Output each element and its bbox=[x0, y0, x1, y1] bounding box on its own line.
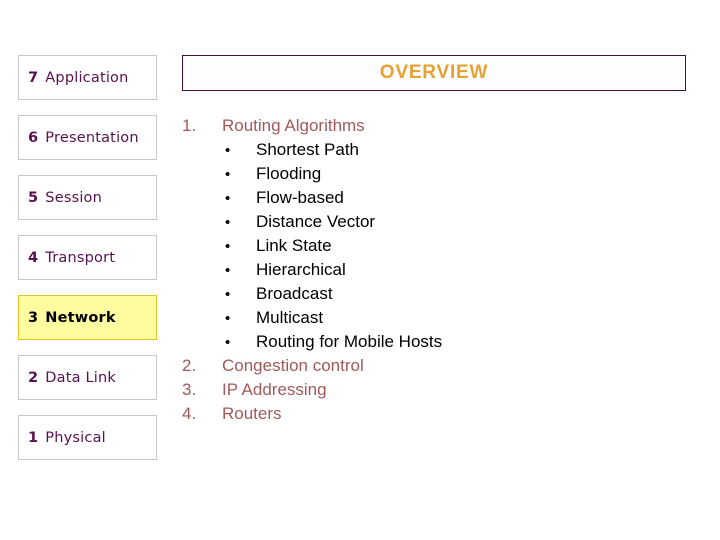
outline-bullet-item: • Flooding bbox=[182, 164, 687, 188]
outline-bullet-label: Link State bbox=[256, 236, 332, 255]
osi-layer-label: Data Link bbox=[45, 369, 117, 386]
outline-numbered-item: 3. IP Addressing bbox=[182, 380, 687, 404]
bullet-dot-icon: • bbox=[225, 262, 231, 279]
outline-number-label: Routers bbox=[222, 404, 282, 423]
outline-bullet-item: • Routing for Mobile Hosts bbox=[182, 332, 687, 356]
osi-layer-network[interactable]: 3 Network bbox=[18, 295, 157, 340]
osi-layer-label: Network bbox=[45, 309, 116, 326]
osi-layer-application[interactable]: 7 Application bbox=[18, 55, 157, 100]
osi-layer-number: 3 bbox=[28, 309, 39, 326]
outline-number-label: IP Addressing bbox=[222, 380, 327, 399]
outline-number-label: Routing Algorithms bbox=[222, 116, 365, 135]
osi-layer-label: Transport bbox=[45, 249, 116, 266]
osi-layer-number: 7 bbox=[28, 69, 39, 86]
slide-canvas: 7 Application 6 Presentation 5 Session 4 Transp… bbox=[0, 0, 720, 540]
osi-layer-session[interactable]: 5 Session bbox=[18, 175, 157, 220]
outline-bullet-item: • Multicast bbox=[182, 308, 687, 332]
osi-layer-label: Session bbox=[45, 189, 103, 206]
outline-number-marker: 1. bbox=[182, 116, 197, 135]
outline-numbered-item: 2. Congestion control bbox=[182, 356, 687, 380]
osi-layer-number: 2 bbox=[28, 369, 39, 386]
outline-numbered-item: 1. Routing Algorithms bbox=[182, 116, 687, 140]
osi-layer-number: 4 bbox=[28, 249, 39, 266]
outline-bullet-item: • Distance Vector bbox=[182, 212, 687, 236]
outline-bullet-item: • Hierarchical bbox=[182, 260, 687, 284]
outline-number-marker: 2. bbox=[182, 356, 197, 375]
bullet-dot-icon: • bbox=[225, 166, 231, 183]
page-title: OVERVIEW bbox=[379, 62, 489, 83]
outline-bullet-item: • Link State bbox=[182, 236, 687, 260]
bullet-dot-icon: • bbox=[225, 214, 231, 231]
outline-list: 1. Routing Algorithms • Shortest Path • Flood… bbox=[182, 116, 687, 428]
outline-bullet-item: • Broadcast bbox=[182, 284, 687, 308]
osi-layer-label: Application bbox=[45, 69, 129, 86]
bullet-dot-icon: • bbox=[225, 238, 231, 255]
osi-layer-presentation[interactable]: 6 Presentation bbox=[18, 115, 157, 160]
outline-bullet-label: Distance Vector bbox=[256, 212, 376, 231]
osi-layer-label: Presentation bbox=[45, 129, 139, 146]
bullet-dot-icon: • bbox=[225, 310, 231, 327]
osi-layer-physical[interactable]: 1 Physical bbox=[18, 415, 157, 460]
title-banner: OVERVIEW bbox=[182, 55, 686, 91]
outline-number-label: Congestion control bbox=[222, 356, 364, 375]
outline-bullet-label: Broadcast bbox=[256, 284, 333, 303]
outline-number-marker: 3. bbox=[182, 380, 197, 399]
outline-bullet-label: Routing for Mobile Hosts bbox=[256, 332, 443, 351]
outline-bullet-label: Flow-based bbox=[256, 188, 344, 207]
bullet-dot-icon: • bbox=[225, 190, 231, 207]
osi-layer-label: Physical bbox=[45, 429, 106, 446]
osi-layer-number: 6 bbox=[28, 129, 39, 146]
outline-bullet-label: Multicast bbox=[256, 308, 324, 327]
osi-layer-number: 5 bbox=[28, 189, 39, 206]
bullet-dot-icon: • bbox=[225, 286, 231, 303]
bullet-dot-icon: • bbox=[225, 142, 231, 159]
osi-layer-number: 1 bbox=[28, 429, 39, 446]
outline-bullet-label: Shortest Path bbox=[256, 140, 360, 159]
osi-layer-stack: 7 Application 6 Presentation 5 Session 4 Transp… bbox=[18, 55, 157, 475]
outline-bullet-label: Hierarchical bbox=[256, 260, 346, 279]
outline-bullet-item: • Shortest Path bbox=[182, 140, 687, 164]
outline-bullet-label: Flooding bbox=[256, 164, 322, 183]
outline-bullet-item: • Flow-based bbox=[182, 188, 687, 212]
osi-layer-data-link[interactable]: 2 Data Link bbox=[18, 355, 157, 400]
outline-numbered-item: 4. Routers bbox=[182, 404, 687, 428]
bullet-dot-icon: • bbox=[225, 334, 231, 351]
outline-number-marker: 4. bbox=[182, 404, 197, 423]
osi-layer-transport[interactable]: 4 Transport bbox=[18, 235, 157, 280]
